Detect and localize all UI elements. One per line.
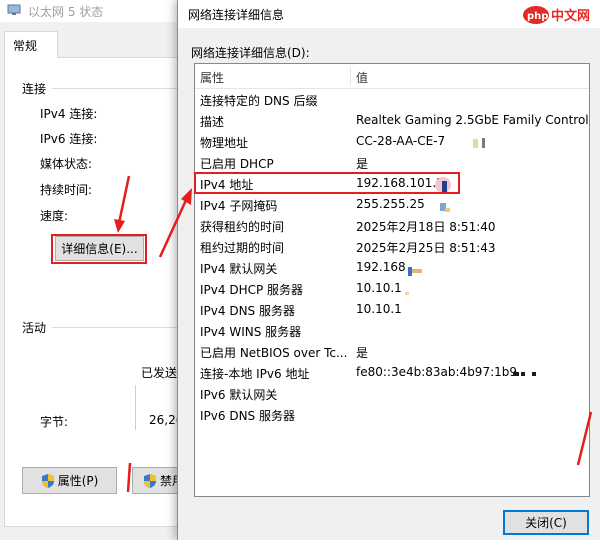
redaction-mark — [445, 208, 450, 212]
column-header-property[interactable]: 属性 — [200, 69, 224, 86]
row-property-cell: IPv6 DNS 服务器 — [200, 409, 295, 423]
row-value-cell: 255.255.25 — [356, 197, 425, 211]
redaction-mark — [513, 372, 519, 376]
network-connection-details-dialog: 网络连接详细信息 网络连接详细信息(D): 属性 值 连接特定的 DNS 后缀描… — [177, 0, 600, 540]
network-adapter-icon — [7, 4, 21, 15]
row-property-cell: IPv6 默认网关 — [200, 388, 278, 402]
svg-text:中文网: 中文网 — [551, 8, 590, 24]
media-state-label: 媒体状态: — [40, 157, 93, 171]
details-row-ipv4-wins[interactable]: IPv4 WINS 服务器 — [195, 320, 589, 341]
row-value-cell: Realtek Gaming 2.5GbE Family Controller — [356, 113, 590, 127]
row-property-cell: 连接-本地 IPv6 地址 — [200, 367, 310, 381]
redaction-mark — [482, 138, 485, 148]
row-property-cell: 租约过期的时间 — [200, 241, 285, 255]
details-row-ipv4-dhcp[interactable]: IPv4 DHCP 服务器 10.10.1 — [195, 278, 589, 299]
list-header: 属性 值 — [195, 64, 589, 89]
close-button[interactable]: 关闭(C) — [503, 510, 589, 535]
uac-shield-icon — [41, 473, 54, 488]
row-property-cell: 已启用 NetBIOS over Tc... — [200, 346, 348, 360]
details-list-caption: 网络连接详细信息(D): — [191, 46, 310, 60]
duration-label: 持续时间: — [40, 183, 93, 197]
row-value-cell: 10.10.1 — [356, 281, 402, 295]
activity-section-label: 活动 — [22, 321, 47, 335]
row-property-cell: 连接特定的 DNS 后缀 — [200, 94, 318, 108]
details-row-item[interactable]: 获得租约的时间 2025年2月18日 8:51:40 — [195, 215, 589, 236]
bytes-label: 字节: — [40, 415, 69, 429]
row-value-cell: 是 — [356, 157, 369, 171]
row-property-cell: IPv4 DNS 服务器 — [200, 304, 295, 318]
ipv6-connectivity-label: IPv6 连接: — [40, 132, 98, 146]
redaction-mark — [521, 372, 525, 376]
details-row-ipv4[interactable]: IPv4 默认网关 192.168 — [195, 257, 589, 278]
annotation-box-ipv4-row — [194, 172, 460, 194]
row-property-cell: IPv4 默认网关 — [200, 262, 278, 276]
row-property-cell: IPv4 WINS 服务器 — [200, 325, 302, 339]
row-property-cell: 物理地址 — [200, 136, 249, 150]
tab-general[interactable]: 常规 — [4, 31, 58, 58]
row-property-cell: 获得租约的时间 — [200, 220, 285, 234]
svg-text:php: php — [527, 11, 548, 22]
connection-section-label: 连接 — [22, 82, 47, 96]
details-row-ipv6[interactable]: 连接-本地 IPv6 地址 fe80::3e4b:83ab:4b97:1b9 — [195, 362, 589, 383]
details-list-view[interactable]: 属性 值 连接特定的 DNS 后缀 描述 Realtek Gaming 2.5GbE… — [194, 63, 590, 497]
details-row-item[interactable]: 租约过期的时间 2025年2月25日 8:51:43 — [195, 236, 589, 257]
row-value-cell: 2025年2月18日 8:51:40 — [356, 220, 496, 234]
details-row-item[interactable]: 物理地址 CC-28-AA-CE-7 — [195, 131, 589, 152]
details-row-ipv6[interactable]: IPv6 默认网关 — [195, 383, 589, 404]
row-value-cell: 是 — [356, 346, 369, 360]
row-value-cell: 2025年2月25日 8:51:43 — [356, 241, 496, 255]
row-value-cell: fe80::3e4b:83ab:4b97:1b9 — [356, 365, 518, 379]
details-row-dhcp[interactable]: 已启用 DHCP 是 — [195, 152, 589, 173]
redaction-mark — [473, 139, 478, 148]
details-row-ipv4[interactable]: IPv4 子网掩码 255.255.25 — [195, 194, 589, 215]
speed-label: 速度: — [40, 209, 69, 223]
redaction-mark — [405, 292, 409, 295]
ipv4-connectivity-label: IPv4 连接: — [40, 107, 98, 121]
php-cn-logo-icon: php 中文网 — [523, 6, 590, 24]
uac-shield-icon — [144, 473, 156, 488]
status-window-title: 以太网 5 状态 — [28, 5, 104, 19]
row-property-cell: IPv4 子网掩码 — [200, 199, 278, 213]
details-row-netbios-over-tc[interactable]: 已启用 NetBIOS over Tc... 是 — [195, 341, 589, 362]
row-property-cell: 描述 — [200, 115, 225, 129]
redaction-mark — [532, 372, 536, 376]
properties-button[interactable]: 属性(P) — [22, 467, 117, 494]
details-row-item[interactable]: 描述 Realtek Gaming 2.5GbE Family Controlle… — [195, 110, 589, 131]
properties-button-label: 属性(P) — [57, 474, 99, 488]
php-cn-logo: php 中文网 — [522, 4, 596, 26]
column-divider[interactable] — [350, 67, 351, 85]
sent-label: 已发送 — [141, 366, 178, 380]
details-dialog-title: 网络连接详细信息 — [188, 8, 285, 22]
details-row-ipv4-dns[interactable]: IPv4 DNS 服务器 10.10.1 — [195, 299, 589, 320]
row-property-cell: 已启用 DHCP — [200, 157, 274, 171]
details-row-ipv6-dns[interactable]: IPv6 DNS 服务器 — [195, 404, 589, 425]
activity-divider — [135, 385, 136, 430]
row-value-cell: 10.10.1 — [356, 302, 402, 316]
details-row-dns[interactable]: 连接特定的 DNS 后缀 — [195, 89, 589, 110]
row-property-cell: IPv4 DHCP 服务器 — [200, 283, 304, 297]
redaction-mark — [412, 269, 422, 273]
annotation-box-details-button — [51, 234, 147, 264]
row-value-cell: 192.168 — [356, 260, 406, 274]
column-header-value[interactable]: 值 — [356, 69, 368, 86]
